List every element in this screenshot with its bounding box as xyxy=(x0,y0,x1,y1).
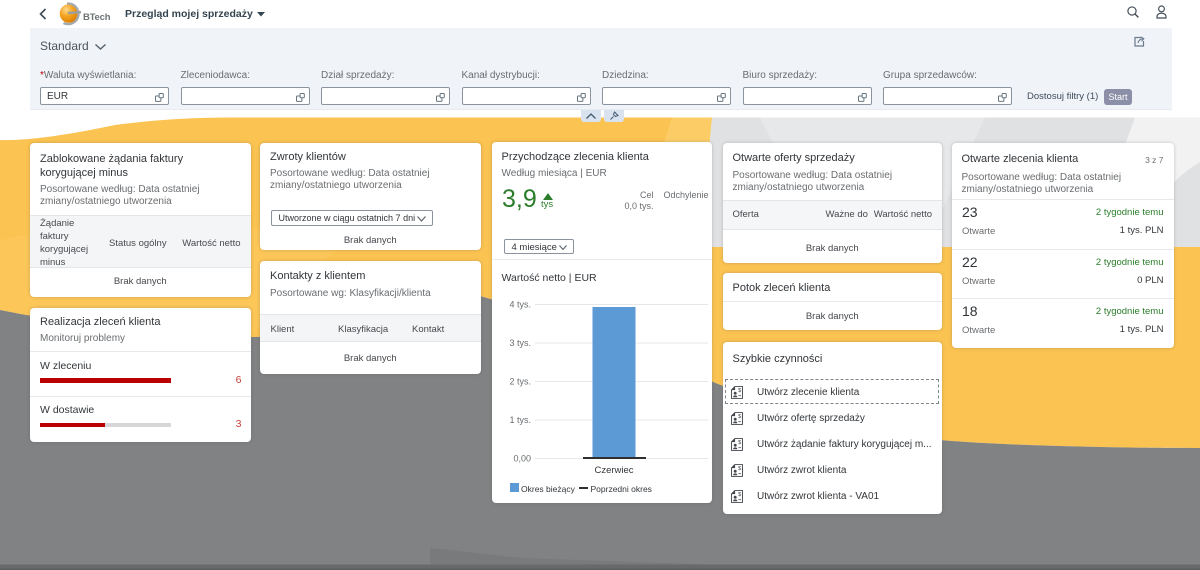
svg-text:$: $ xyxy=(738,388,742,394)
svg-text:$: $ xyxy=(738,440,742,446)
svg-text:3 tys.: 3 tys. xyxy=(509,338,531,348)
svg-text:1 tys.: 1 tys. xyxy=(509,415,531,425)
svg-text:0,00: 0,00 xyxy=(513,454,531,464)
svg-text:$: $ xyxy=(738,492,742,498)
svg-text:$: $ xyxy=(738,414,742,420)
svg-text:4 tys.: 4 tys. xyxy=(509,300,531,310)
svg-text:$: $ xyxy=(738,466,742,472)
svg-text:2 tys.: 2 tys. xyxy=(509,377,531,387)
svg-text:BTech: BTech xyxy=(83,12,111,23)
svg-text:Czerwiec: Czerwiec xyxy=(594,465,633,476)
